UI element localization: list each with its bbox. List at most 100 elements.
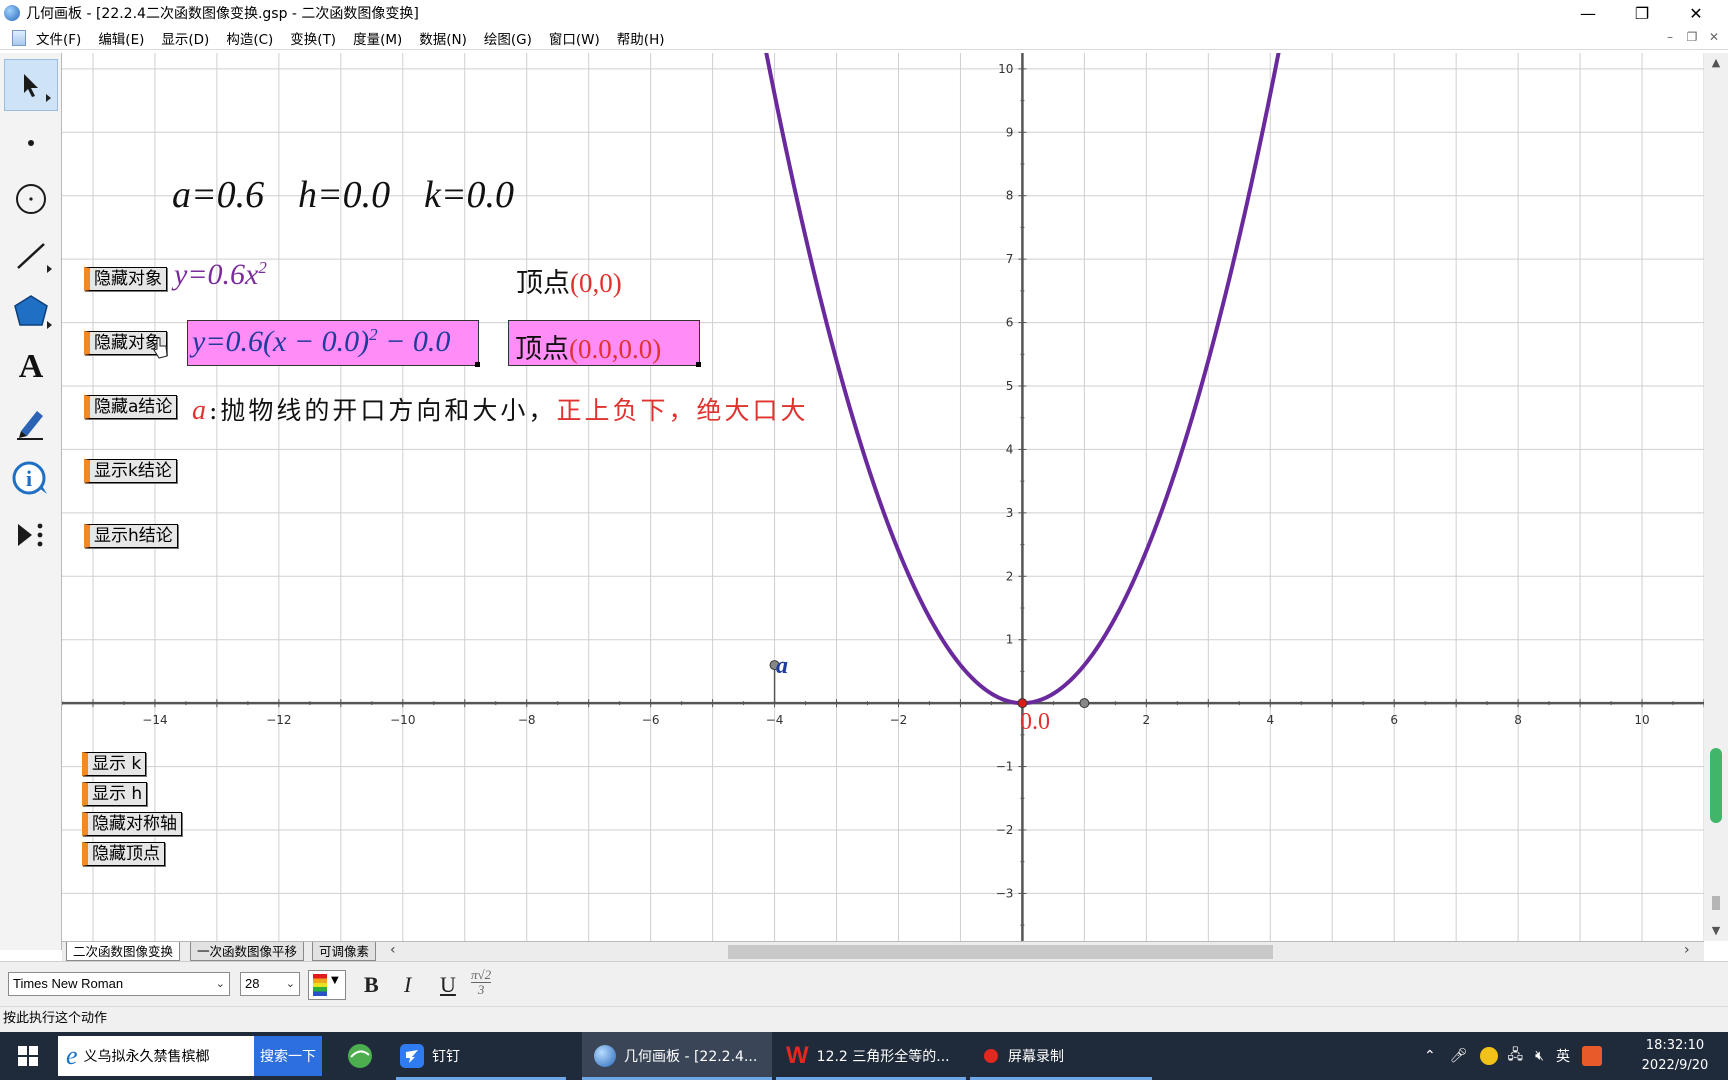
text-color-button[interactable]: ▼	[308, 970, 346, 1000]
straightedge-tool[interactable]	[4, 229, 58, 281]
input-method-indicator[interactable]: 英	[1556, 1046, 1570, 1066]
vertex-coordinate-label[interactable]: 0.0	[1020, 709, 1050, 736]
point-tool[interactable]	[4, 117, 58, 169]
windows-start-icon[interactable]	[18, 1046, 38, 1066]
menu-transform[interactable]: 变换(T)	[290, 28, 336, 48]
vertex-word-2: 顶点	[515, 334, 569, 365]
tab-quadratic-transform[interactable]: 二次函数图像变换	[66, 942, 181, 961]
bold-button[interactable]: B	[364, 972, 379, 998]
param-a-readout[interactable]: a=0.6	[172, 173, 264, 217]
chevron-up-icon[interactable]: ⌃	[1424, 1048, 1436, 1064]
custom-tool[interactable]	[4, 509, 58, 561]
arrow-select-tool[interactable]	[4, 59, 58, 111]
taskbar-360-browser[interactable]	[340, 1032, 380, 1080]
menu-file[interactable]: 文件(F)	[36, 28, 81, 48]
show-k-conclusion-button[interactable]: 显示k结论	[84, 459, 177, 483]
document-icon[interactable]	[12, 29, 26, 46]
info-icon: i	[12, 461, 47, 495]
horizontal-scrollbar[interactable]: ‹ ›	[388, 942, 1700, 959]
x-tick-label: 8	[1514, 713, 1522, 727]
hide-symmetry-axis-button[interactable]: 隐藏对称轴	[82, 812, 182, 836]
taskbar-search-box[interactable]: e 义乌拟永久禁售槟榔	[58, 1036, 254, 1076]
menu-construct[interactable]: 构造(C)	[226, 28, 273, 48]
full-equation-box[interactable]: y=0.6(x − 0.0)2 − 0.0	[187, 320, 480, 367]
dingtalk-label: 钉钉	[432, 1049, 460, 1065]
conclusion-rule: 正上负下，绝大口大	[556, 396, 809, 425]
tray-app-icon[interactable]	[1479, 1047, 1498, 1065]
doc-restore-button[interactable]: ❐	[1682, 30, 1702, 44]
sketch-canvas[interactable]: −14 −12 −10 −8 −6 −4 −2 2 4 6 8 10 −3 −2 −1 1 2 3 4 5 6 7 8 9 10…	[62, 53, 1704, 941]
scroll-left-icon[interactable]: ‹	[390, 942, 396, 958]
text-tool[interactable]: A	[4, 341, 58, 393]
menu-help[interactable]: 帮助(H)	[617, 28, 665, 48]
font-family-value: Times New Roman	[13, 976, 124, 991]
vertex-point	[1017, 698, 1028, 709]
vertex-label-1[interactable]: 顶点(0,0)	[516, 261, 622, 300]
resize-handle[interactable]	[475, 362, 480, 367]
underline-button[interactable]: U	[440, 972, 456, 998]
simple-equation[interactable]: y=0.6x2	[174, 258, 267, 292]
information-tool[interactable]: i	[4, 453, 58, 505]
scroll-up-icon[interactable]: ▲	[1704, 53, 1728, 73]
math-format-button[interactable]: π√2 3	[471, 968, 492, 997]
horizontal-scrollbar-thumb[interactable]	[728, 945, 1273, 959]
hide-a-conclusion-button[interactable]: 隐藏a结论	[84, 395, 178, 419]
unit-point-point	[1079, 698, 1090, 709]
menu-measure[interactable]: 度量(M)	[353, 28, 402, 48]
y-tick-label: 5	[1006, 379, 1014, 393]
svg-text:i: i	[26, 466, 32, 491]
font-size-select[interactable]: 28 ⌄	[240, 972, 300, 996]
scroll-track-mark	[1712, 896, 1720, 910]
menu-graph[interactable]: 绘图(G)	[484, 28, 532, 48]
search-button[interactable]: 搜索一下	[254, 1036, 322, 1076]
menu-window[interactable]: 窗口(W)	[549, 28, 600, 48]
scroll-right-icon[interactable]: ›	[1684, 942, 1690, 958]
doc-close-button[interactable]: ✕	[1704, 30, 1724, 44]
taskbar-clock[interactable]: 18:32:10 2022/9/20	[1630, 1036, 1720, 1076]
restore-button[interactable]: ❐	[1618, 0, 1666, 26]
calendar-app-icon[interactable]	[1581, 1046, 1602, 1066]
doc-minimize-button[interactable]: –	[1660, 30, 1680, 44]
marker-tool[interactable]	[4, 397, 58, 449]
polygon-tool[interactable]	[4, 285, 58, 337]
show-k-button[interactable]: 显示 k	[82, 752, 147, 776]
tab-linear-translate[interactable]: 一次函数图像平移	[190, 942, 305, 961]
param-h-readout[interactable]: h=0.0	[298, 173, 390, 217]
show-h-button[interactable]: 显示 h	[82, 782, 148, 806]
param-k-readout[interactable]: k=0.0	[424, 173, 514, 217]
simple-equation-exponent: 2	[258, 258, 267, 277]
slider-a-label[interactable]: a	[776, 653, 788, 680]
hide-object-button-1[interactable]: 隐藏对象	[84, 267, 167, 291]
hide-vertex-button[interactable]: 隐藏顶点	[82, 842, 165, 866]
vertex-box-2[interactable]: 顶点(0.0,0.0)	[508, 320, 701, 367]
minimize-button[interactable]: —	[1564, 0, 1612, 26]
volume-muted-icon[interactable]: 🔇︎	[1535, 1048, 1544, 1064]
status-bar: 按此执行这个动作	[0, 1006, 1728, 1032]
taskbar-wps[interactable]: W 12.2 三角形全等的...	[776, 1032, 966, 1080]
hand-cursor-icon	[153, 337, 168, 359]
vertical-scrollbar[interactable]: ▲ ▼	[1704, 53, 1728, 941]
microphone-icon[interactable]: 🎤︎	[1450, 1048, 1468, 1064]
show-h-conclusion-button[interactable]: 显示h结论	[84, 524, 178, 548]
x-tick-label: −8	[518, 713, 536, 727]
menu-display[interactable]: 显示(D)	[161, 28, 209, 48]
menu-data[interactable]: 数据(N)	[419, 28, 467, 48]
scroll-down-icon[interactable]: ▼	[1704, 921, 1728, 941]
polygon-icon	[14, 295, 48, 326]
close-button[interactable]: ✕	[1672, 0, 1720, 26]
compass-tool[interactable]	[4, 173, 58, 225]
ie-browser-icon: e	[66, 1041, 78, 1070]
taskbar-sketchpad[interactable]: 几何画板 - [22.2.4...	[582, 1032, 772, 1080]
a-conclusion-text[interactable]: a:抛物线的开口方向和大小，正上负下，绝大口大	[192, 391, 808, 427]
taskbar-dingtalk[interactable]: 钉钉	[396, 1032, 566, 1080]
vertex-label-2: 顶点(0.0,0.0)	[515, 327, 661, 366]
title-bar: 几何画板 - [22.2.4二次函数图像变换.gsp - 二次函数图像变换] —…	[0, 0, 1728, 26]
tab-adjustable-pixel[interactable]: 可调像素	[312, 942, 377, 961]
resize-handle[interactable]	[696, 362, 701, 367]
italic-button[interactable]: I	[404, 972, 411, 998]
taskbar-screen-recorder[interactable]: 屏幕录制	[970, 1032, 1152, 1080]
scrollbar-thumb[interactable]	[1710, 748, 1722, 823]
font-family-select[interactable]: Times New Roman ⌄	[8, 972, 230, 996]
network-icon[interactable]: 🖧	[1508, 1044, 1524, 1068]
menu-edit[interactable]: 编辑(E)	[98, 28, 144, 48]
